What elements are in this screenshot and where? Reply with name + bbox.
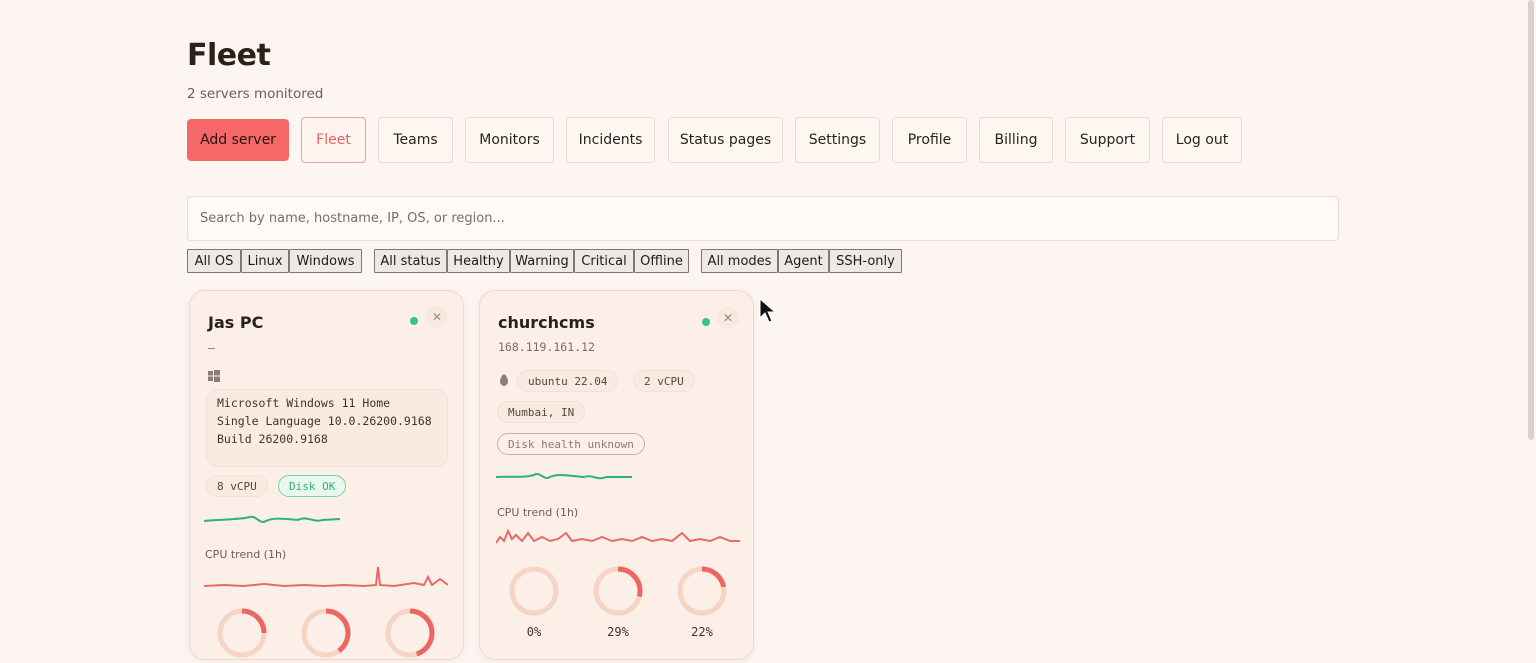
cpu-gauge (509, 566, 559, 616)
close-icon[interactable]: ✕ (717, 307, 739, 329)
windows-icon (208, 370, 220, 382)
disk-gauge (385, 608, 435, 658)
search-input[interactable] (187, 196, 1339, 241)
close-icon[interactable]: ✕ (426, 306, 448, 328)
filter-healthy[interactable]: Healthy (447, 249, 510, 273)
filter-all-modes[interactable]: All modes (701, 249, 778, 273)
server-name: churchcms (498, 313, 595, 332)
server-host: – (208, 341, 215, 355)
server-host: 168.119.161.12 (498, 340, 595, 354)
filter-all-os[interactable]: All OS (187, 249, 241, 273)
server-count: 2 servers monitored (187, 86, 324, 102)
cpu-trend-chart (204, 566, 448, 588)
linux-icon (500, 374, 508, 386)
nav-incidents[interactable]: Incidents (566, 117, 655, 163)
filter-critical[interactable]: Critical (574, 249, 634, 273)
sparkline (203, 515, 341, 523)
nav-monitors[interactable]: Monitors (465, 117, 554, 163)
memory-value: 29% (607, 625, 629, 639)
cpu-gauge (217, 608, 267, 658)
page-title: Fleet (187, 38, 271, 73)
cpu-trend-chart (496, 528, 740, 544)
nav-fleet[interactable]: Fleet (301, 117, 366, 163)
vcpu-badge: 8 vCPU (206, 475, 268, 497)
region-badge: Mumbai, IN (497, 401, 586, 423)
disk-status-badge: Disk OK (278, 475, 347, 497)
add-server-button[interactable]: Add server (187, 119, 289, 161)
server-card[interactable]: Jas PC ✕ – Microsoft Windows 11 Home Sin… (189, 290, 464, 660)
disk-value: 22% (691, 625, 713, 639)
os-details: Microsoft Windows 11 Home Single Languag… (206, 389, 448, 467)
cpu-value: 0% (526, 625, 542, 639)
filter-warning[interactable]: Warning (510, 249, 574, 273)
cpu-trend-label: CPU trend (1h) (205, 548, 287, 561)
filter-offline[interactable]: Offline (634, 249, 689, 273)
nav-profile[interactable]: Profile (892, 117, 967, 163)
os-badge: ubuntu 22.04 (517, 370, 619, 392)
nav-settings[interactable]: Settings (795, 117, 880, 163)
status-dot (410, 317, 418, 325)
memory-gauge (593, 566, 643, 616)
status-dot (702, 318, 710, 326)
nav-teams[interactable]: Teams (378, 117, 453, 163)
filter-all-status[interactable]: All status (374, 249, 447, 273)
sparkline (495, 473, 632, 480)
filter-linux[interactable]: Linux (241, 249, 289, 273)
server-card[interactable]: churchcms ✕ 168.119.161.12 ubuntu 22.04 … (479, 290, 754, 660)
nav-billing[interactable]: Billing (979, 117, 1053, 163)
disk-gauge (677, 566, 727, 616)
vcpu-badge: 2 vCPU (633, 370, 695, 392)
filter-agent[interactable]: Agent (778, 249, 829, 273)
disk-status-badge: Disk health unknown (497, 433, 645, 455)
nav-logout[interactable]: Log out (1162, 117, 1242, 163)
filter-ssh-only[interactable]: SSH-only (829, 249, 902, 273)
nav-status-pages[interactable]: Status pages (668, 117, 783, 163)
cpu-trend-label: CPU trend (1h) (497, 506, 579, 519)
memory-gauge (301, 608, 351, 658)
scrollbar[interactable] (1528, 0, 1534, 440)
cursor-icon (759, 298, 777, 323)
nav-support[interactable]: Support (1065, 117, 1150, 163)
filter-windows[interactable]: Windows (289, 249, 362, 273)
server-name: Jas PC (208, 313, 264, 332)
